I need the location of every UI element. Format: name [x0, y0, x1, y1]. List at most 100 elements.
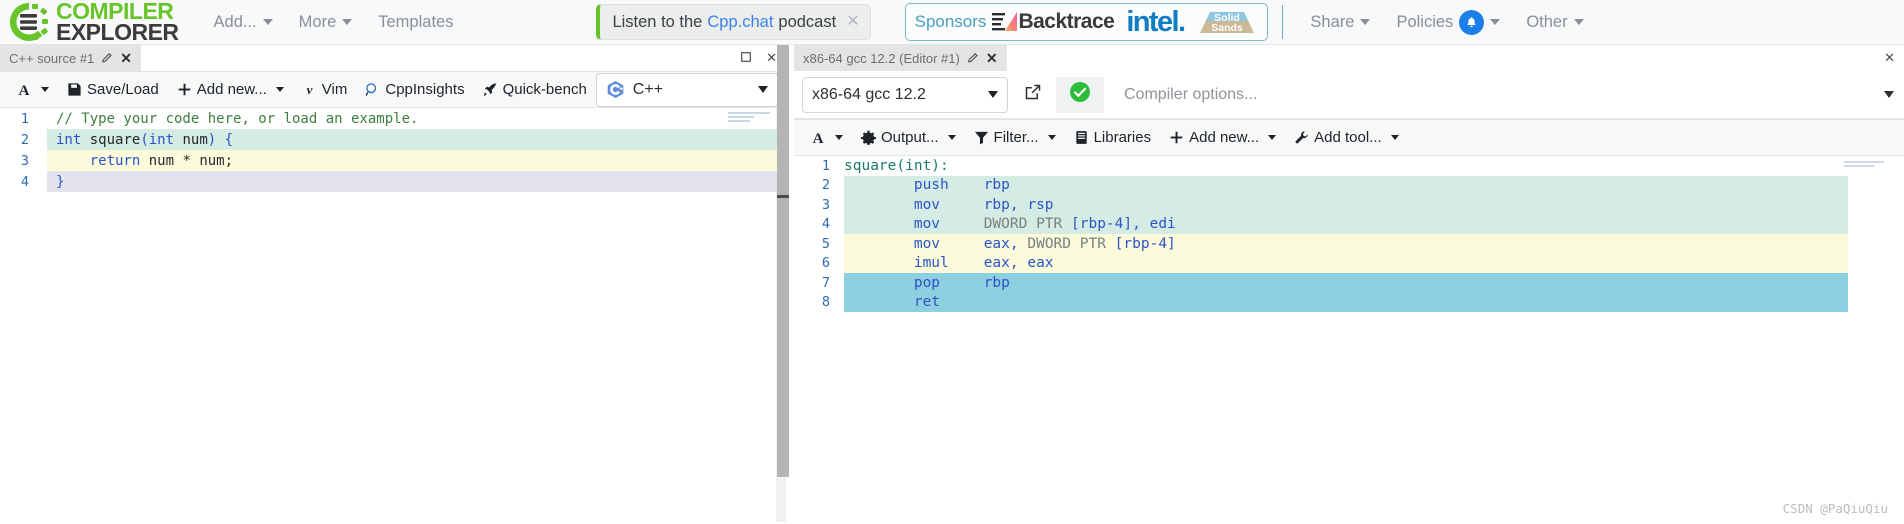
- asm-add-new-button[interactable]: Add new...: [1160, 124, 1285, 152]
- asm-line[interactable]: 3 mov rbp, rsp: [794, 195, 1904, 215]
- chevron-down-icon: [988, 91, 998, 98]
- svg-text:A: A: [813, 131, 824, 146]
- code-token: square: [81, 131, 141, 148]
- code-line[interactable]: 1 // Type your code here, or load an exam…: [0, 108, 786, 129]
- pane-splitter[interactable]: [777, 45, 789, 477]
- nav-item-more[interactable]: More: [286, 0, 366, 45]
- pencil-icon[interactable]: [101, 52, 113, 64]
- font-size-icon: A: [16, 82, 32, 98]
- nav-item-other-label: Other: [1526, 12, 1568, 31]
- filter-button[interactable]: Filter...: [965, 124, 1065, 152]
- code-line-text: return num * num;: [38, 153, 233, 169]
- chevron-down-icon: [1390, 135, 1399, 140]
- code-line[interactable]: 4}: [0, 171, 786, 192]
- code-token: return: [89, 152, 141, 169]
- code-line-number: 3: [20, 152, 29, 169]
- font-size-button[interactable]: A: [7, 76, 58, 104]
- podcast-link[interactable]: Cpp.chat: [707, 13, 773, 32]
- maximize-icon[interactable]: [740, 51, 752, 66]
- nav-item-other[interactable]: Other: [1513, 0, 1596, 45]
- pencil-icon[interactable]: [967, 52, 979, 64]
- asm-line-text: push rbp: [840, 177, 1010, 193]
- save-load-button[interactable]: Save/Load: [58, 76, 168, 104]
- nav-item-add[interactable]: Add...: [201, 0, 286, 45]
- open-external-button[interactable]: [1016, 77, 1050, 113]
- libraries-button[interactable]: Libraries: [1065, 124, 1161, 152]
- code-line[interactable]: 3 return num * num;: [0, 150, 786, 171]
- code-token: // Type your code here, or load an examp…: [56, 110, 419, 127]
- asm-line[interactable]: 1 square(int):: [794, 156, 1904, 176]
- asm-line-text: mov eax, DWORD PTR [rbp-4]: [840, 236, 1176, 252]
- font-size-icon: A: [810, 130, 826, 146]
- pane-close-icon[interactable]: ✕: [1884, 50, 1895, 66]
- podcast-banner[interactable]: Listen to the Cpp.chat podcast ✕: [596, 4, 871, 40]
- podcast-prefix: Listen to the: [612, 12, 703, 31]
- compile-status-button[interactable]: [1056, 76, 1104, 113]
- pane-close-icon[interactable]: ✕: [766, 50, 777, 66]
- code-line-number: 1: [20, 110, 29, 127]
- bell-icon[interactable]: [1459, 9, 1485, 35]
- tab-cpp-source-1-label: C++ source #1: [9, 50, 95, 66]
- asm-line[interactable]: 6 imul eax, eax: [794, 253, 1904, 273]
- brand-logo-link[interactable]: COMPILER EXPLORER: [0, 0, 179, 45]
- sponsor-intel-link[interactable]: intel.: [1126, 7, 1186, 37]
- asm-line[interactable]: 7 pop rbp: [794, 273, 1904, 293]
- svg-text:A: A: [19, 83, 30, 98]
- code-editor[interactable]: 1 // Type your code here, or load an exam…: [0, 108, 786, 522]
- asm-token: rbp: [983, 274, 1010, 291]
- asm-line-text: mov rbp, rsp: [840, 197, 1054, 213]
- podcast-close-icon[interactable]: ✕: [846, 14, 859, 30]
- asm-token: [rbp-4]: [1071, 216, 1133, 233]
- asm-token: push: [913, 177, 949, 194]
- tab-compiler-gcc-label: x86-64 gcc 12.2 (Editor #1): [803, 50, 960, 66]
- asm-line[interactable]: 2 push rbp: [794, 175, 1904, 195]
- wrench-icon: [1294, 130, 1309, 145]
- asm-font-size-button[interactable]: A: [801, 124, 852, 152]
- compiler-select[interactable]: x86-64 gcc 12.2: [802, 76, 1008, 113]
- tab-close-icon[interactable]: ✕: [986, 50, 998, 67]
- tab-close-icon[interactable]: ✕: [120, 50, 132, 67]
- chevron-down-icon: [1047, 135, 1056, 140]
- asm-line-number: 5: [821, 235, 830, 252]
- add-new-button[interactable]: Add new...: [168, 76, 293, 104]
- language-select[interactable]: C++: [595, 72, 778, 107]
- gear-icon: [861, 130, 876, 145]
- assembly-output[interactable]: 1 square(int): 2 push rbp 3 mov rbp, rsp 4 m…: [794, 156, 1904, 524]
- code-line[interactable]: 2 int square(int num) {: [0, 129, 786, 150]
- sponsor-solid-sands-link[interactable]: Solid Sands: [1196, 6, 1258, 38]
- asm-token: DWORD PTR: [1027, 235, 1115, 252]
- chevron-down-icon: [1360, 19, 1371, 25]
- nav-item-templates[interactable]: Templates: [365, 0, 466, 45]
- chevron-down-icon[interactable]: [1884, 91, 1894, 98]
- chevron-down-icon: [835, 135, 843, 140]
- asm-token: mov: [913, 216, 941, 233]
- asm-token: [844, 216, 914, 232]
- asm-token: [rbp-4]: [1114, 235, 1176, 252]
- add-tool-button[interactable]: Add tool...: [1285, 124, 1408, 152]
- code-token: ): [207, 131, 217, 148]
- code-token: }: [56, 173, 65, 190]
- sponsor-backtrace-link[interactable]: Backtrace: [992, 10, 1115, 34]
- compiler-explorer-gear-logo-icon: [8, 1, 50, 43]
- chevron-down-icon: [262, 19, 273, 25]
- chevron-down-icon: [342, 19, 353, 25]
- nav-item-share[interactable]: Share: [1297, 0, 1383, 45]
- vim-icon: v: [302, 82, 317, 97]
- asm-line-highlight: [844, 292, 1848, 312]
- asm-line[interactable]: 5 mov eax, DWORD PTR [rbp-4]: [794, 234, 1904, 254]
- output-button[interactable]: Output...: [852, 124, 965, 152]
- compiler-options-input[interactable]: [1112, 76, 1884, 113]
- cppinsights-button[interactable]: CppInsights: [356, 76, 473, 104]
- tab-cpp-source-1[interactable]: C++ source #1 ✕: [0, 45, 142, 71]
- cpp-logo-icon: [606, 80, 625, 99]
- asm-line[interactable]: 8 ret: [794, 292, 1904, 312]
- quick-bench-button[interactable]: Quick-bench: [474, 76, 596, 104]
- tab-compiler-gcc[interactable]: x86-64 gcc 12.2 (Editor #1) ✕: [794, 45, 1007, 71]
- nav-item-policies[interactable]: Policies: [1383, 0, 1513, 45]
- asm-line-highlight: [844, 156, 1848, 176]
- asm-token: [844, 294, 914, 310]
- code-token: *: [182, 152, 191, 169]
- asm-line[interactable]: 4 mov DWORD PTR [rbp-4], edi: [794, 214, 1904, 234]
- vim-button[interactable]: v Vim: [293, 76, 357, 104]
- funnel-icon: [974, 130, 989, 145]
